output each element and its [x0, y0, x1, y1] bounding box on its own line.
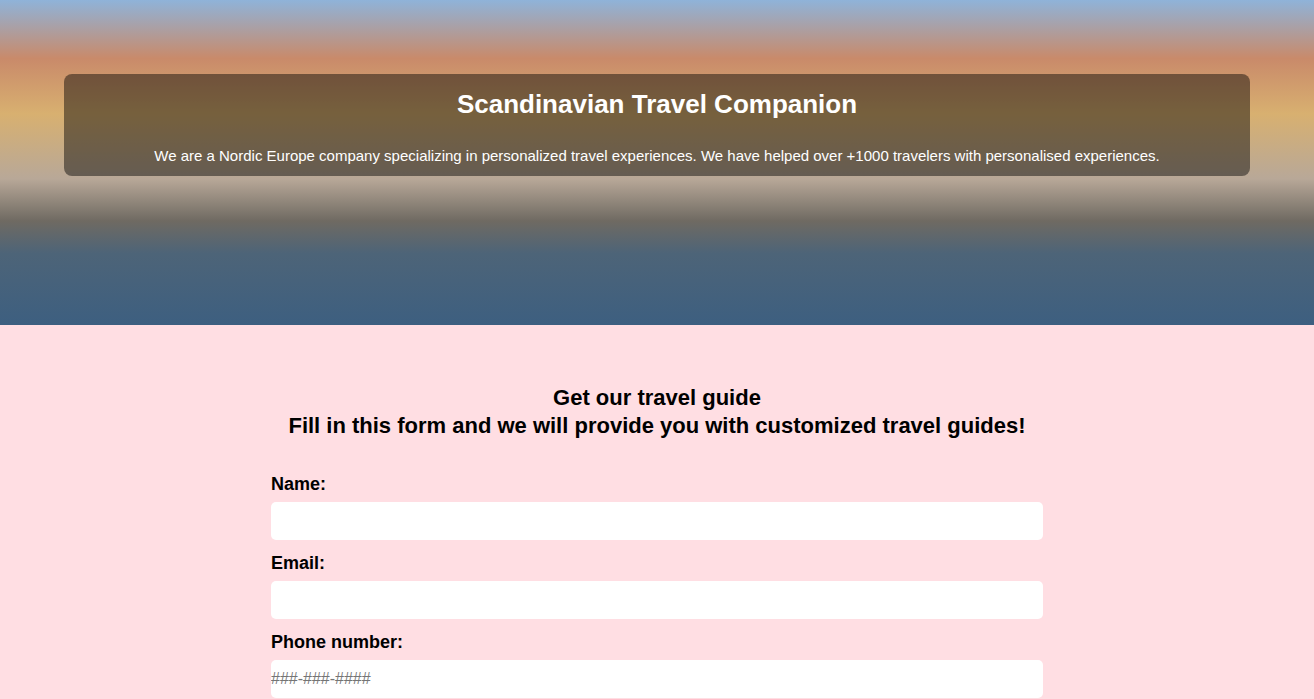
- form-field: Phone number:: [271, 630, 1043, 698]
- heading-line: Get our travel guide: [553, 384, 761, 412]
- travel-form: Name: Email: Phone number:: [271, 472, 1043, 698]
- form-field: Email:: [271, 551, 1043, 619]
- hero-overlay: Scandinavian Travel Companion We are a No…: [64, 74, 1250, 176]
- field-label: Email:: [271, 551, 1043, 575]
- field-label: Name:: [271, 472, 1043, 496]
- text-input[interactable]: [271, 502, 1043, 540]
- form-section: Get our travel guideFill in this form an…: [0, 325, 1314, 699]
- form-field: Name:: [271, 472, 1043, 540]
- hero-banner: Scandinavian Travel Companion We are a No…: [0, 0, 1314, 325]
- text-input[interactable]: [271, 581, 1043, 619]
- heading-line: Fill in this form and we will provide yo…: [288, 412, 1025, 440]
- form-heading: Get our travel guideFill in this form an…: [0, 384, 1314, 440]
- field-label: Phone number:: [271, 630, 1043, 654]
- text-input[interactable]: [271, 660, 1043, 698]
- hero-subtitle: We are a Nordic Europe company specializ…: [154, 144, 1159, 168]
- hero-title: Scandinavian Travel Companion: [457, 88, 857, 120]
